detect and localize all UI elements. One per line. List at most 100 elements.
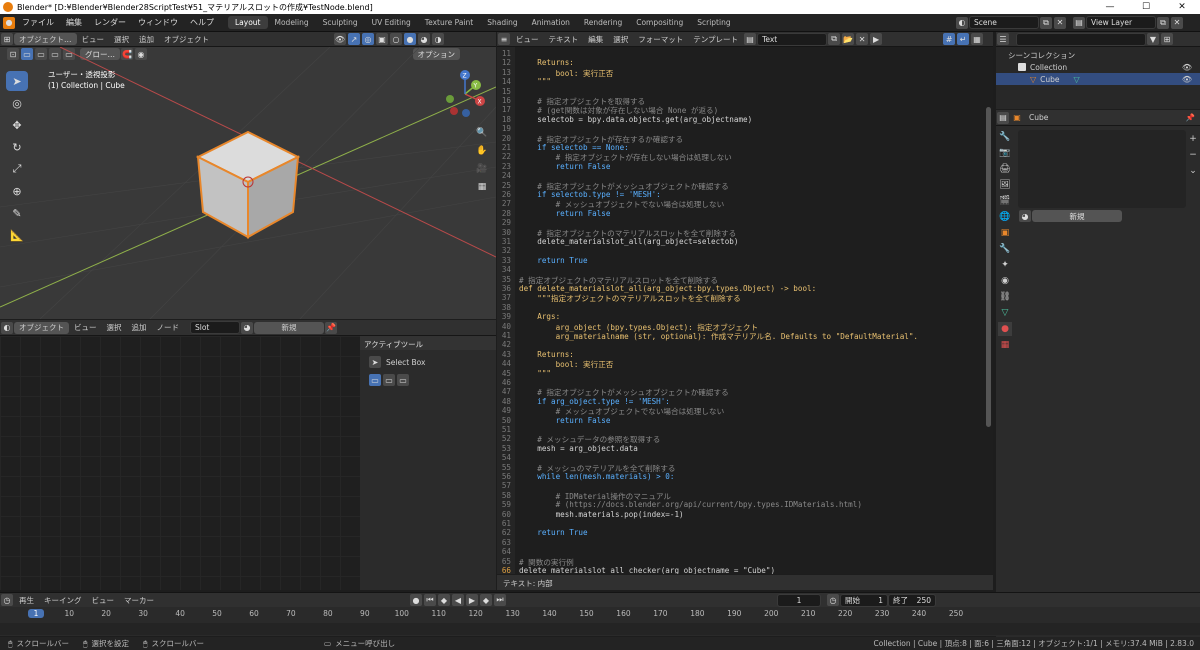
- node-menu-node[interactable]: ノード: [152, 322, 185, 333]
- viewport-menu-object[interactable]: オブジェクト: [159, 34, 214, 45]
- view-layer-tab-icon[interactable]: 🖼: [998, 178, 1012, 192]
- word-wrap-icon[interactable]: ↵: [957, 33, 970, 45]
- select-sub-icon[interactable]: ▭: [397, 374, 409, 386]
- material-browse-icon-props[interactable]: ◕: [1019, 210, 1031, 222]
- constraints-tab-icon[interactable]: ⛓: [998, 290, 1012, 304]
- tab-layout[interactable]: Layout: [228, 16, 268, 29]
- mode-select[interactable]: オブジェクト…: [14, 33, 77, 45]
- play-reverse-icon[interactable]: ◀: [452, 594, 464, 606]
- outliner-scene-collection[interactable]: シーンコレクション: [996, 49, 1200, 61]
- viewport-menu-select[interactable]: 選択: [109, 34, 134, 45]
- syntax-highlight-icon[interactable]: ▦: [971, 33, 984, 45]
- maximize-button[interactable]: ☐: [1128, 0, 1164, 14]
- jump-end-icon[interactable]: ⏭: [494, 594, 506, 606]
- perspective-grid-icon[interactable]: ▦: [474, 179, 490, 195]
- node-menu-add[interactable]: 追加: [127, 322, 152, 333]
- visibility-icon[interactable]: 👁: [334, 33, 346, 45]
- remove-slot-icon[interactable]: −: [1186, 148, 1200, 162]
- code-scrollbar[interactable]: [986, 107, 991, 427]
- navigation-gizmo[interactable]: X Y Z: [440, 69, 490, 119]
- text-menu-view[interactable]: ビュー: [511, 34, 544, 45]
- menu-edit[interactable]: 編集: [60, 17, 88, 28]
- timeline-menu-view[interactable]: ビュー: [87, 595, 120, 606]
- new-text-icon[interactable]: ⧉: [828, 33, 841, 45]
- view-layer-field[interactable]: View Layer: [1086, 16, 1156, 29]
- tab-modeling[interactable]: Modeling: [268, 16, 316, 29]
- scene-tab-icon[interactable]: 🎬: [998, 194, 1012, 208]
- render-tab-icon[interactable]: 📷: [998, 146, 1012, 160]
- run-script-icon[interactable]: ▶: [870, 33, 883, 45]
- prev-key-icon[interactable]: ◆: [438, 594, 450, 606]
- play-icon[interactable]: ▶: [466, 594, 478, 606]
- current-frame-field[interactable]: 1: [777, 593, 821, 607]
- viewport-menu-add[interactable]: 追加: [134, 34, 159, 45]
- pan-hand-icon[interactable]: ✋: [474, 143, 490, 159]
- open-text-icon[interactable]: 📂: [842, 33, 855, 45]
- timeline-menu-marker[interactable]: マーカー: [119, 595, 159, 606]
- node-new-material-button[interactable]: 新規: [254, 321, 324, 334]
- menu-help[interactable]: ヘルプ: [184, 17, 220, 28]
- tab-uv-editing[interactable]: UV Editing: [365, 16, 418, 29]
- properties-type-icon[interactable]: ▤: [997, 111, 1009, 124]
- node-canvas[interactable]: [0, 336, 360, 590]
- node-editor-type-icon[interactable]: ◐: [1, 321, 13, 334]
- minimize-button[interactable]: —: [1092, 0, 1128, 14]
- text-editor-type-icon[interactable]: ≡: [498, 33, 510, 45]
- properties-pin-icon[interactable]: 📌: [1181, 113, 1200, 122]
- editor-type-icon[interactable]: ⊞: [1, 33, 13, 45]
- tab-scripting[interactable]: Scripting: [690, 16, 737, 29]
- slot-select[interactable]: Slot: [190, 321, 240, 334]
- text-menu-text[interactable]: テキスト: [544, 34, 584, 45]
- measure-tool-icon[interactable]: 📐: [6, 225, 28, 245]
- add-slot-icon[interactable]: +: [1186, 132, 1200, 146]
- jump-start-icon[interactable]: ⏮: [424, 594, 436, 606]
- tab-animation[interactable]: Animation: [525, 16, 577, 29]
- material-shading-icon[interactable]: ◕: [418, 33, 430, 45]
- checkbox-icon[interactable]: [1018, 63, 1026, 71]
- menu-render[interactable]: レンダー: [88, 17, 132, 28]
- tab-shading[interactable]: Shading: [480, 16, 524, 29]
- tool-tab-icon[interactable]: 🔧: [998, 130, 1012, 144]
- timeline-menu-playback[interactable]: 再生: [14, 595, 39, 606]
- text-menu-edit[interactable]: 編集: [583, 34, 608, 45]
- output-tab-icon[interactable]: 🖨: [998, 162, 1012, 176]
- overlay-icon[interactable]: ◎: [362, 33, 374, 45]
- material-slot-list[interactable]: [1018, 130, 1186, 208]
- clock-icon[interactable]: ◷: [827, 594, 839, 606]
- particles-tab-icon[interactable]: ✦: [998, 258, 1012, 272]
- node-menu-view[interactable]: ビュー: [69, 322, 102, 333]
- material-tab-icon[interactable]: ●: [998, 322, 1012, 336]
- camera-view-icon[interactable]: 🎥: [474, 161, 490, 177]
- annotate-tool-icon[interactable]: ✎: [6, 203, 28, 223]
- solid-shading-icon[interactable]: ●: [404, 33, 416, 45]
- line-numbers-icon[interactable]: #: [943, 33, 956, 45]
- world-tab-icon[interactable]: 🌐: [998, 210, 1012, 224]
- tab-texture-paint[interactable]: Texture Paint: [418, 16, 480, 29]
- select-tool-icon[interactable]: ➤: [6, 71, 28, 91]
- start-frame-field[interactable]: 開始 1: [840, 593, 888, 607]
- scale-tool-icon[interactable]: ⤢: [6, 159, 28, 179]
- new-material-button[interactable]: 新規: [1032, 210, 1122, 222]
- timeline-menu-keying[interactable]: キーイング: [39, 595, 87, 606]
- tab-sculpting[interactable]: Sculpting: [316, 16, 365, 29]
- outliner-cube[interactable]: ▽ Cube ▽ 👁: [996, 73, 1200, 85]
- new-scene-icon[interactable]: ⧉: [1040, 16, 1052, 29]
- blender-menu-icon[interactable]: ●: [3, 16, 15, 29]
- transform-tool-icon[interactable]: ⊕: [6, 181, 28, 201]
- modifier-tab-icon[interactable]: 🔧: [998, 242, 1012, 256]
- timeline-ruler[interactable]: 1 10 20 30 40 50 60 70 80 90 100 110 120 130 140 150 160…: [0, 609, 1200, 621]
- tab-rendering[interactable]: Rendering: [577, 16, 629, 29]
- outliner-collection[interactable]: Collection 👁: [996, 61, 1200, 73]
- new-view-layer-icon[interactable]: ⧉: [1157, 16, 1169, 29]
- text-menu-templates[interactable]: テンプレート: [688, 34, 743, 45]
- cursor-tool-icon[interactable]: ◎: [6, 93, 28, 113]
- viewport-menu-view[interactable]: ビュー: [77, 34, 110, 45]
- delete-view-layer-icon[interactable]: ✕: [1171, 16, 1183, 29]
- pin-icon[interactable]: 📌: [325, 321, 337, 334]
- unlink-text-icon[interactable]: ✕: [856, 33, 869, 45]
- tab-compositing[interactable]: Compositing: [629, 16, 690, 29]
- outliner-type-icon[interactable]: ☰: [997, 33, 1009, 45]
- scene-icon[interactable]: ◐: [956, 16, 968, 29]
- select-new-icon[interactable]: ▭: [369, 374, 381, 386]
- text-browse-icon[interactable]: ▤: [744, 33, 757, 45]
